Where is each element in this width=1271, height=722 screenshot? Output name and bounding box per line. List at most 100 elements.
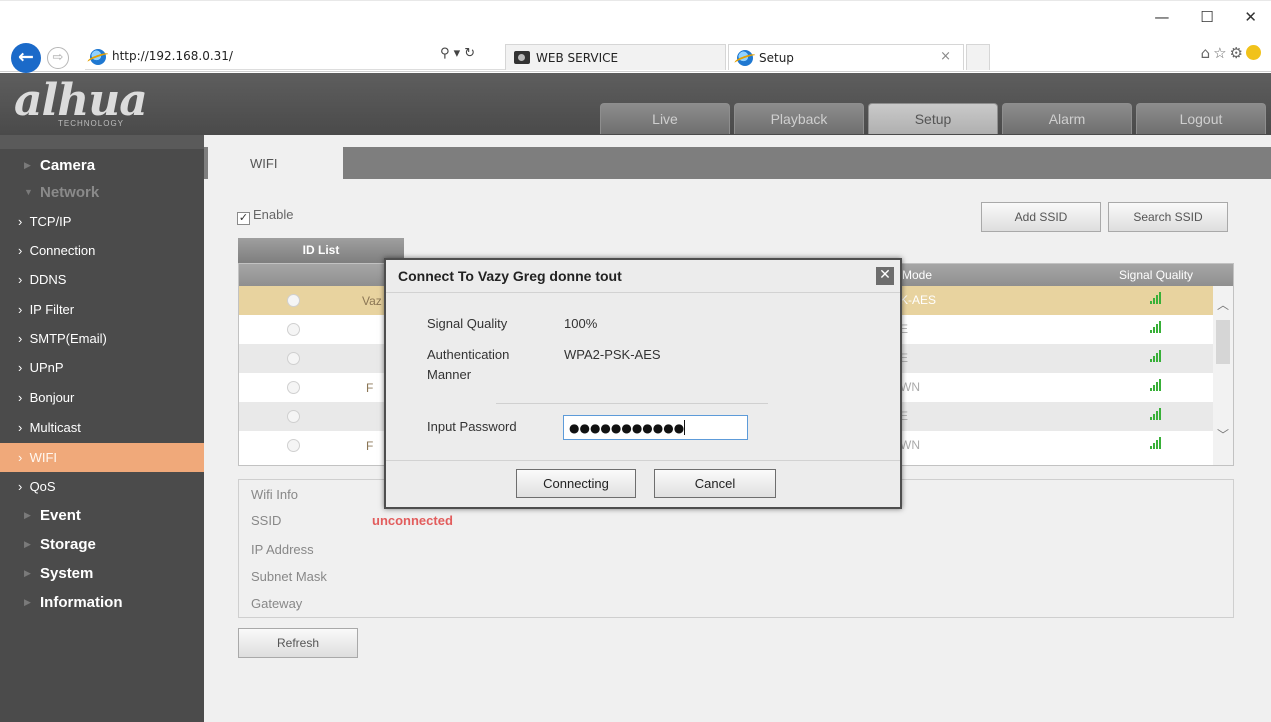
- close-window-icon[interactable]: ✕: [1244, 8, 1257, 26]
- sidebar-item-information[interactable]: ▶ Information: [0, 588, 204, 617]
- tab-setup[interactable]: Setup ×: [728, 44, 964, 70]
- column-mode: Mode: [902, 268, 933, 282]
- sidebar-item-tcpip[interactable]: › TCP/IP: [0, 207, 204, 236]
- id-list-tab[interactable]: ID List: [238, 238, 404, 264]
- sidebar-item-qos[interactable]: › QoS: [0, 472, 204, 501]
- close-icon[interactable]: ✕: [876, 267, 894, 285]
- sidebar-item-system[interactable]: ▶ System: [0, 559, 204, 588]
- sidebar-item-network[interactable]: ▼ Network: [0, 178, 204, 207]
- smiley-icon[interactable]: [1246, 45, 1261, 60]
- sidebar-item-label: QoS: [29, 479, 56, 494]
- connecting-button[interactable]: Connecting: [516, 469, 636, 498]
- sidebar-item-label: System: [40, 565, 94, 582]
- camera-icon: [514, 51, 530, 64]
- sidebar-item-label: Bonjour: [29, 390, 75, 405]
- auth-manner-value: WPA2-PSK-AES: [564, 347, 661, 362]
- row-radio[interactable]: [287, 352, 300, 365]
- signal-bars-icon: [1150, 408, 1164, 420]
- password-mask: ●●●●●●●●●●●: [569, 421, 685, 435]
- row-radio[interactable]: [287, 323, 300, 336]
- row-ssid: F: [366, 381, 374, 395]
- sidebar-top-band: [0, 135, 204, 149]
- browser-chrome: — ☐ ✕ ← ⇨ http://192.168.0.31/ ⚲ ▾ ↻ WEB…: [0, 0, 1271, 73]
- sidebar: ▶ Camera ▼ Network › TCP/IP › Connection…: [0, 135, 204, 722]
- search-refresh-icons[interactable]: ⚲ ▾ ↻: [440, 46, 475, 61]
- sidebar-item-storage[interactable]: ▶ Storage: [0, 530, 204, 559]
- enable-checkbox[interactable]: ✓: [237, 212, 250, 225]
- url-text[interactable]: http://192.168.0.31/: [112, 49, 233, 63]
- sidebar-item-label: WIFI: [29, 450, 57, 465]
- cancel-button[interactable]: Cancel: [654, 469, 776, 498]
- wifi-info-title: Wifi Info: [251, 487, 298, 502]
- column-signal: Signal Quality: [1119, 268, 1194, 282]
- subnet-mask-label: Subnet Mask: [251, 569, 327, 584]
- row-radio[interactable]: [287, 294, 300, 307]
- content-tab-bar: [204, 147, 1271, 179]
- app-header: alhua TECHNOLOGY Live Playback Setup Ala…: [0, 73, 1271, 135]
- sidebar-item-upnp[interactable]: › UPnP: [0, 353, 204, 382]
- nav-playback[interactable]: Playback: [734, 103, 864, 134]
- tab-wifi[interactable]: WIFI: [208, 147, 343, 181]
- sidebar-item-ddns[interactable]: › DDNS: [0, 265, 204, 294]
- search-ssid-button[interactable]: Search SSID: [1108, 202, 1228, 232]
- row-mode: WN: [900, 380, 920, 394]
- sidebar-item-event[interactable]: ▶ Event: [0, 501, 204, 530]
- auth-manner-label: Authentication Manner: [427, 347, 510, 382]
- ssid-label: SSID: [251, 513, 282, 528]
- minimize-icon[interactable]: —: [1154, 8, 1169, 26]
- row-radio[interactable]: [287, 439, 300, 452]
- row-ssid: F: [366, 439, 374, 453]
- sidebar-item-ip-filter[interactable]: › IP Filter: [0, 295, 204, 324]
- connect-dialog: Connect To Vazy Greg donne tout ✕ Signal…: [384, 258, 902, 509]
- window-controls: — ☐ ✕: [1128, 8, 1257, 26]
- nav-live[interactable]: Live: [600, 103, 730, 134]
- tab-web-service[interactable]: WEB SERVICE: [505, 44, 726, 70]
- maximize-icon[interactable]: ☐: [1200, 8, 1213, 26]
- add-ssid-button[interactable]: Add SSID: [981, 202, 1101, 232]
- star-icon[interactable]: ☆: [1213, 44, 1229, 62]
- sidebar-item-bonjour[interactable]: › Bonjour: [0, 383, 204, 412]
- scroll-down-icon[interactable]: ﹀: [1217, 426, 1229, 443]
- sidebar-item-connection[interactable]: › Connection: [0, 236, 204, 265]
- triangle-right-icon: ▶: [24, 568, 31, 578]
- sidebar-item-multicast[interactable]: › Multicast: [0, 413, 204, 442]
- nav-setup[interactable]: Setup: [868, 103, 998, 134]
- sidebar-item-camera[interactable]: ▶ Camera: [0, 151, 204, 180]
- row-radio[interactable]: [287, 410, 300, 423]
- refresh-button[interactable]: Refresh: [238, 628, 358, 658]
- gateway-label: Gateway: [251, 596, 303, 611]
- sidebar-item-label: SMTP(Email): [29, 331, 107, 346]
- ip-address-label: IP Address: [251, 542, 314, 557]
- scroll-up-icon[interactable]: ︿: [1217, 296, 1229, 313]
- signal-quality-label: Signal Quality: [427, 316, 508, 331]
- table-scrollbar[interactable]: ︿ ﹀: [1213, 286, 1233, 465]
- enable-row[interactable]: ✓ Enable: [237, 207, 293, 225]
- logo-subtitle: TECHNOLOGY: [58, 119, 125, 128]
- forward-arrow-icon[interactable]: ⇨: [47, 47, 69, 69]
- dialog-divider: [496, 403, 768, 404]
- sidebar-item-label: Camera: [40, 157, 96, 174]
- sidebar-item-label: Event: [40, 507, 81, 524]
- triangle-right-icon: ▶: [24, 160, 31, 170]
- dialog-divider: [386, 460, 900, 461]
- sidebar-item-label: DDNS: [29, 272, 67, 287]
- password-label: Input Password: [427, 419, 517, 434]
- signal-bars-icon: [1150, 350, 1164, 362]
- triangle-down-icon: ▼: [24, 187, 33, 197]
- back-arrow-icon[interactable]: ←: [11, 43, 41, 73]
- sidebar-item-label: Storage: [40, 536, 96, 553]
- nav-logout[interactable]: Logout: [1136, 103, 1266, 134]
- new-tab-button[interactable]: [966, 44, 990, 70]
- sidebar-item-smtp[interactable]: › SMTP(Email): [0, 324, 204, 353]
- sidebar-item-label: IP Filter: [29, 302, 75, 317]
- sidebar-item-label: Information: [40, 594, 123, 611]
- scroll-thumb[interactable]: [1216, 320, 1230, 364]
- row-radio[interactable]: [287, 381, 300, 394]
- gear-icon[interactable]: ⚙: [1230, 44, 1246, 62]
- nav-alarm[interactable]: Alarm: [1002, 103, 1132, 134]
- signal-quality-value: 100%: [564, 316, 598, 331]
- home-icon[interactable]: ⌂: [1201, 44, 1214, 62]
- sidebar-item-wifi[interactable]: › WIFI: [0, 443, 204, 472]
- close-tab-icon[interactable]: ×: [940, 49, 951, 64]
- password-input[interactable]: ●●●●●●●●●●●: [563, 415, 748, 440]
